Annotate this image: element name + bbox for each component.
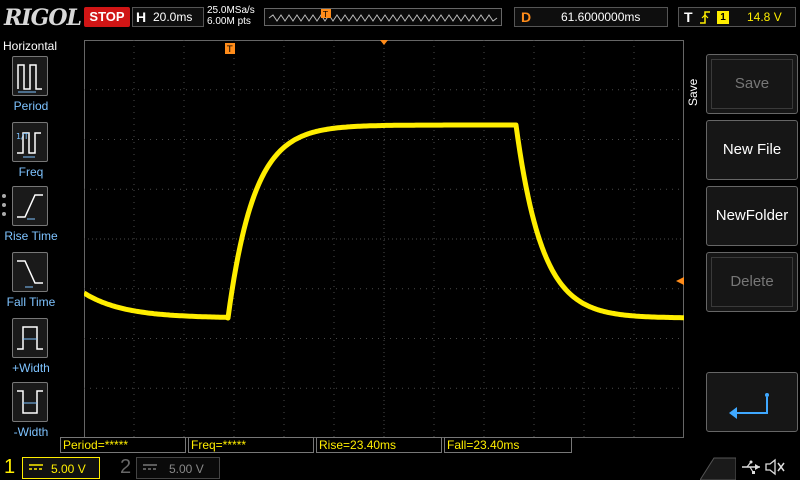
trigger-level: 14.8 V xyxy=(747,10,782,24)
dc-coupling-icon xyxy=(143,464,157,470)
channel-2-scale-value: 5.00 V xyxy=(169,462,204,476)
top-status-bar: RIGOL STOP H 20.0ms 25.0MSa/s 6.00M pts … xyxy=(0,0,800,36)
pos-width-icon xyxy=(17,326,43,350)
acquisition-info: 25.0MSa/s 6.00M pts xyxy=(207,5,263,27)
rise-time-icon xyxy=(17,194,43,220)
period-icon xyxy=(17,64,42,93)
menu-tab-decoration xyxy=(700,457,736,480)
usb-icon xyxy=(742,460,760,474)
measure-fall-time[interactable]: Fall Time xyxy=(0,252,62,314)
measure-freq[interactable]: 1/T Freq xyxy=(0,122,62,184)
menu-page-dots xyxy=(2,194,8,221)
measure-fall-time-label: Fall Time xyxy=(6,295,56,309)
channel-1-scale-value: 5.00 V xyxy=(51,462,86,476)
delay-label: D xyxy=(521,9,532,25)
neg-width-icon xyxy=(17,390,43,414)
measure-rise-time[interactable]: Rise Time xyxy=(0,186,62,248)
freq-icon: 1/T xyxy=(16,132,41,158)
center-marker-icon xyxy=(380,40,388,45)
rigol-logo: RIGOL xyxy=(4,5,82,31)
horizontal-label: H xyxy=(136,9,147,25)
measurement-period[interactable]: Period=***** xyxy=(60,437,186,453)
delete-button[interactable]: Delete xyxy=(706,252,798,312)
speaker-muted-icon[interactable] xyxy=(764,457,786,477)
measure-pos-width-label: +Width xyxy=(12,361,50,375)
memory-depth: 6.00M pts xyxy=(207,16,251,27)
horizontal-timebase[interactable]: H 20.0ms xyxy=(132,7,204,27)
measurement-freq[interactable]: Freq=***** xyxy=(188,437,314,453)
memory-overview-bar: T xyxy=(264,8,502,26)
channel-2-number[interactable]: 2 xyxy=(120,455,131,479)
rising-edge-icon xyxy=(700,11,710,24)
trigger-readout[interactable]: T 1 14.8 V xyxy=(678,7,796,27)
svg-text:1/T: 1/T xyxy=(16,132,29,141)
measure-period[interactable]: Period xyxy=(0,56,62,118)
svg-text:T: T xyxy=(322,10,328,19)
delay-value: 61.6000000ms xyxy=(561,10,641,24)
memory-waveform-icon: T xyxy=(268,9,498,22)
save-menu: Save Save New File NewFolder Delete xyxy=(686,36,800,436)
return-button[interactable] xyxy=(706,372,798,432)
channel-2-scale[interactable]: 5.00 V xyxy=(136,457,220,479)
trigger-label: T xyxy=(684,9,693,25)
channel-1-scale[interactable]: 5.00 V xyxy=(22,457,100,479)
measure-menu-title: Horizontal xyxy=(2,39,58,53)
trigger-source: 1 xyxy=(717,11,729,24)
timebase-value: 20.0ms xyxy=(153,10,193,24)
measure-menu: Horizontal Period 1/T Freq Rise Time Fal… xyxy=(0,36,60,452)
sample-rate: 25.0MSa/s xyxy=(207,5,255,16)
measure-freq-label: Freq xyxy=(18,165,44,179)
measurement-results: Period=***** Freq=***** Rise=23.40ms Fal… xyxy=(60,437,700,454)
measure-period-label: Period xyxy=(13,99,49,113)
graticule xyxy=(84,40,684,438)
save-menu-title: Save xyxy=(686,78,700,106)
measure-pos-width[interactable]: +Width xyxy=(0,318,62,380)
save-button[interactable]: Save xyxy=(706,54,798,114)
run-stop-button[interactable]: STOP xyxy=(84,7,130,27)
measure-neg-width[interactable]: -Width xyxy=(0,382,62,444)
new-file-button-label: New File xyxy=(722,141,782,158)
measurement-fall[interactable]: Fall=23.40ms xyxy=(444,437,572,453)
waveform-display[interactable]: T 1 xyxy=(84,40,684,438)
trigger-level-marker-icon xyxy=(676,277,684,285)
measurement-rise[interactable]: Rise=23.40ms xyxy=(316,437,442,453)
fall-time-icon xyxy=(17,260,43,288)
measure-rise-time-label: Rise Time xyxy=(4,229,58,243)
trigger-position-marker: T xyxy=(225,43,235,55)
return-arrow-icon xyxy=(729,393,769,419)
new-file-button[interactable]: New File xyxy=(706,120,798,180)
new-folder-button-label: NewFolder xyxy=(715,207,789,224)
trigger-marker-label: T xyxy=(226,45,233,55)
channel-1-number[interactable]: 1 xyxy=(4,455,15,479)
channel-bar: 1 5.00 V 2 5.00 V xyxy=(0,454,800,480)
dc-coupling-icon xyxy=(29,464,43,470)
new-folder-button[interactable]: NewFolder xyxy=(706,186,798,246)
measure-neg-width-label: -Width xyxy=(13,425,49,439)
delay-readout[interactable]: D 61.6000000ms xyxy=(514,7,668,27)
